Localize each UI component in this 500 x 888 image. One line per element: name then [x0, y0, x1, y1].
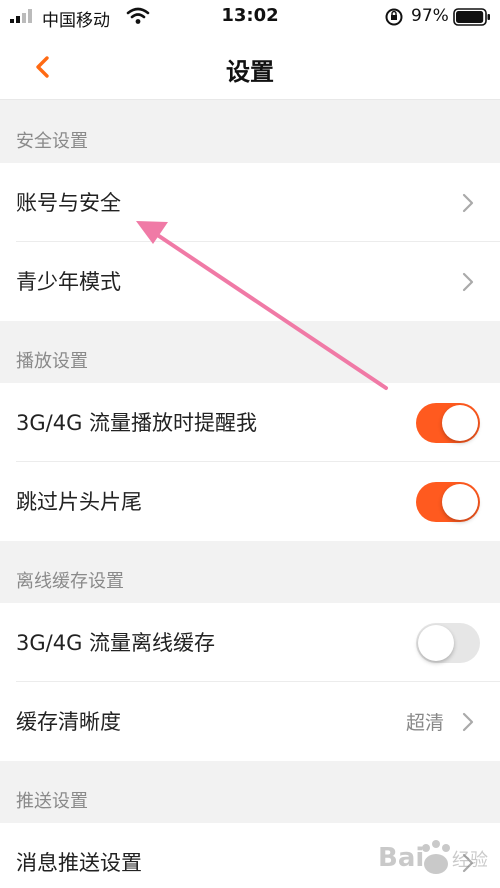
row-label: 消息推送设置: [16, 851, 142, 875]
toggle-knob: [418, 625, 454, 661]
section-header-playback: 播放设置: [0, 321, 500, 383]
section-header-offline-cache: 离线缓存设置: [0, 541, 500, 603]
chevron-right-icon: [462, 193, 474, 213]
section-header-security: 安全设置: [0, 101, 500, 163]
cache-quality-row[interactable]: 缓存清晰度 超清: [0, 682, 500, 761]
toggle-knob: [442, 405, 478, 441]
skip-intro-outro-row: 跳过片头片尾: [0, 462, 500, 541]
row-label: 跳过片头片尾: [16, 490, 142, 514]
chevron-right-icon: [462, 712, 474, 732]
cellular-offline-cache-row: 3G/4G 流量离线缓存: [0, 603, 500, 682]
battery-icon: [453, 8, 490, 26]
svg-text:经验: 经验: [452, 850, 488, 871]
row-label: 缓存清晰度: [16, 710, 121, 734]
battery-percent: 97%: [411, 6, 449, 26]
chevron-right-icon: [462, 272, 474, 292]
toggle-knob: [442, 484, 478, 520]
navigation-bar: 设置: [0, 34, 500, 100]
page-title: 设置: [226, 58, 274, 86]
row-label: 账号与安全: [16, 191, 121, 215]
cellular-playback-reminder-row: 3G/4G 流量播放时提醒我: [0, 383, 500, 462]
row-label: 青少年模式: [16, 270, 121, 294]
teen-mode-row[interactable]: 青少年模式: [0, 242, 500, 321]
baidu-jingyan-watermark: Bai 经验: [378, 840, 488, 874]
section-header-push: 推送设置: [0, 761, 500, 823]
cellular-playback-reminder-toggle[interactable]: [416, 403, 480, 443]
svg-text:Bai: Bai: [378, 843, 424, 873]
orientation-lock-icon: [385, 8, 403, 26]
status-bar: 中国移动 13:02 97%: [0, 0, 500, 34]
account-security-row[interactable]: 账号与安全: [0, 163, 500, 242]
cellular-offline-cache-toggle[interactable]: [416, 623, 480, 663]
cache-quality-value: 超清: [405, 712, 444, 734]
skip-intro-outro-toggle[interactable]: [416, 482, 480, 522]
row-label: 3G/4G 流量离线缓存: [16, 631, 216, 655]
row-label: 3G/4G 流量播放时提醒我: [16, 411, 258, 435]
